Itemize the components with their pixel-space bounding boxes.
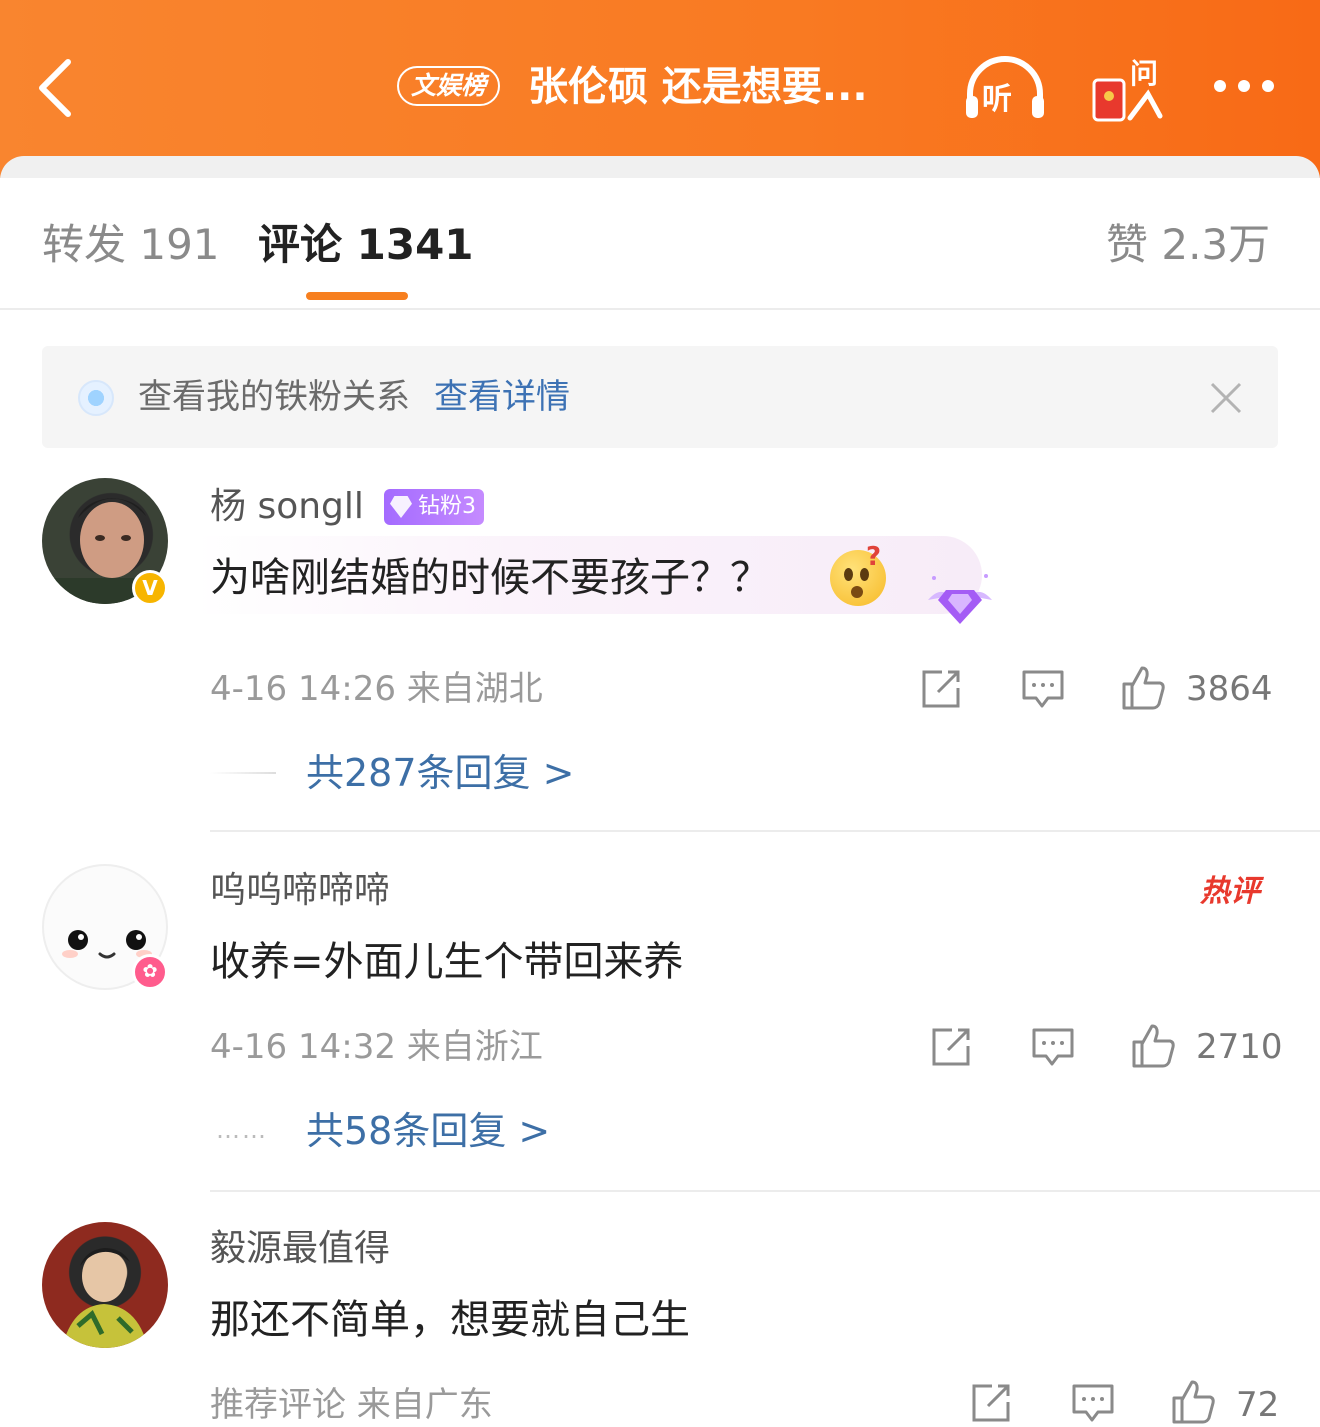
fan-banner-text: 查看我的铁粉关系 [138, 377, 410, 417]
thumbs-up-icon[interactable] [1170, 1378, 1216, 1424]
reply-dots: …… [216, 1116, 268, 1144]
verified-badge-icon: V [132, 570, 168, 606]
tab-likes[interactable]: 赞 2.3万 [1106, 218, 1270, 272]
hot-comment-tag: 热评 [1200, 874, 1260, 909]
diamond-wings-icon [928, 574, 992, 624]
divider [0, 308, 1320, 310]
fan-relation-banner: 查看我的铁粉关系 查看详情 [42, 346, 1278, 448]
like-count: 72 [1236, 1385, 1280, 1425]
page-title: 张伦硕 还是想要... [528, 64, 868, 110]
like-count: 2710 [1196, 1027, 1283, 1067]
fan-badge-icon [78, 380, 114, 416]
comment-username[interactable]: 呜呜啼啼啼 [210, 868, 390, 914]
reply-line [210, 772, 276, 774]
listen-label: 听 [982, 82, 1012, 117]
back-button[interactable] [34, 56, 94, 120]
chevron-left-icon [39, 59, 71, 117]
comment-meta: 4-16 14:26 来自湖北 [210, 669, 543, 709]
tab-comments[interactable]: 评论 1341 [258, 218, 474, 272]
comment-text: 收养=外面儿生个带回来养 [210, 939, 684, 985]
comment-icon[interactable] [1030, 1024, 1076, 1070]
comment-username[interactable]: 杨 songll [210, 484, 364, 530]
diamond-icon [390, 496, 412, 518]
divider [210, 1190, 1320, 1192]
listen-button[interactable]: 听 [962, 54, 1048, 124]
tab-active-indicator [306, 292, 408, 300]
diamond-fan-badge: 钻粉3 [384, 489, 484, 525]
thumbs-up-icon[interactable] [1130, 1022, 1176, 1068]
avatar-photo-icon [62, 1248, 148, 1348]
share-icon[interactable] [928, 1024, 974, 1070]
ask-button[interactable]: 问 [1090, 52, 1170, 124]
thumbs-up-icon[interactable] [1120, 664, 1166, 710]
comment-meta: 4-16 14:32 来自浙江 [210, 1027, 543, 1067]
more-dot-icon [1214, 80, 1226, 92]
comment-text: 为啥刚结婚的时候不要孩子？？ [210, 555, 770, 601]
topic-tag[interactable]: 文娱榜 [397, 66, 501, 106]
comment-username[interactable]: 毅源最值得 [210, 1226, 390, 1272]
more-dot-icon [1238, 80, 1250, 92]
ask-label: 问 [1130, 57, 1159, 90]
share-icon[interactable] [918, 666, 964, 712]
like-count: 3864 [1186, 669, 1273, 709]
vip-badge-icon: ✿ [132, 954, 168, 990]
comment-meta: 推荐评论 来自广东 [210, 1385, 493, 1425]
comment-text: 那还不简单，想要就自己生 [210, 1297, 690, 1343]
comment-icon[interactable] [1070, 1380, 1116, 1426]
tab-repost[interactable]: 转发 191 [42, 218, 220, 272]
close-icon [1210, 382, 1242, 414]
fan-banner-link[interactable]: 查看详情 [434, 374, 570, 420]
comment-icon[interactable] [1020, 666, 1066, 712]
close-button[interactable] [1206, 378, 1246, 418]
fan-badge-label: 钻粉3 [418, 494, 476, 519]
view-replies-link[interactable]: 共287条回复 > [306, 748, 574, 798]
share-icon[interactable] [968, 1380, 1014, 1426]
avatar[interactable] [42, 1222, 168, 1348]
view-replies-link[interactable]: 共58条回复 > [306, 1106, 550, 1156]
confused-emoji-icon: ? [830, 542, 886, 606]
more-button[interactable] [1208, 74, 1280, 98]
sheet-edge [0, 156, 1320, 180]
divider [210, 830, 1320, 832]
more-dot-icon [1262, 80, 1274, 92]
